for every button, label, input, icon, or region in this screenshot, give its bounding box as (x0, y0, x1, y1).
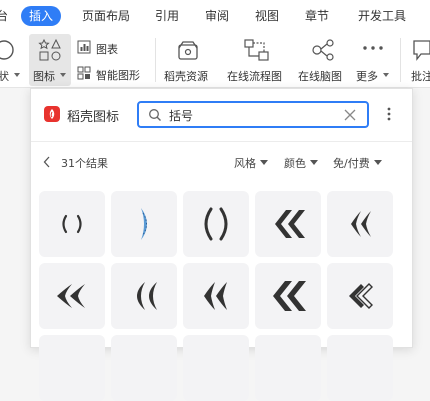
icon-result-tile[interactable] (111, 191, 177, 257)
clear-icon[interactable] (344, 109, 356, 121)
icon-result-tile[interactable] (255, 263, 321, 329)
ribbon: 状 图标 图表 智能图形 稻壳资源 在线流程图 在线脑图 更多 批注 (0, 32, 430, 88)
brand-title: 稻壳图标 (67, 110, 120, 125)
filter-color-caret-icon (310, 160, 318, 165)
panel-header: 稻壳图标 括号 (31, 89, 412, 141)
double-chevron-left-icon (273, 281, 306, 311)
icon-panel: 稻壳图标 括号 31个结果 风格 颜色 免/付费 (30, 88, 413, 401)
filter-style[interactable]: 风格 (234, 155, 268, 171)
smartart-icon[interactable] (77, 66, 91, 80)
parentheses-thin-icon (62, 214, 82, 234)
search-icon (149, 109, 161, 121)
more-dropdown-icon[interactable] (383, 73, 389, 77)
shape-icon[interactable] (0, 38, 16, 62)
tab-view[interactable]: 视图 (255, 7, 279, 25)
shape-dropdown-icon[interactable] (14, 73, 20, 77)
tab-chapter[interactable]: 章节 (305, 7, 329, 25)
mindmap-label[interactable]: 在线脑图 (298, 68, 342, 84)
flowchart-label[interactable]: 在线流程图 (227, 68, 282, 84)
ribbon-separator (155, 38, 156, 82)
icon-result-tile[interactable] (183, 191, 249, 257)
ribbon-separator (400, 38, 401, 82)
icon-result-tile[interactable] (39, 191, 105, 257)
comment-icon[interactable] (412, 38, 430, 62)
daoke-logo-icon (44, 106, 60, 122)
menu-bar: 台 插入 页面布局 引用 审阅 视图 章节 开发工具 (0, 0, 430, 32)
icon-result-tile[interactable] (183, 335, 249, 401)
icon-result-tile[interactable] (327, 263, 393, 329)
blue-bracket-icon (141, 208, 147, 240)
panel-divider (31, 141, 412, 142)
icon-result-tile[interactable] (39, 263, 105, 329)
more-options-icon[interactable] (383, 106, 395, 122)
daoke-resources-label[interactable]: 稻壳资源 (164, 68, 208, 84)
tab-partial[interactable]: 台 (0, 7, 8, 25)
filter-color[interactable]: 颜色 (284, 155, 318, 171)
tab-review[interactable]: 审阅 (205, 7, 229, 25)
icon-result-tile[interactable] (255, 335, 321, 401)
icon-result-tile[interactable] (327, 335, 393, 401)
more-label[interactable]: 更多 (356, 68, 378, 84)
chart-label[interactable]: 图表 (96, 41, 118, 57)
tab-page-layout[interactable]: 页面布局 (82, 7, 130, 25)
more-icon[interactable] (362, 44, 384, 52)
tab-references[interactable]: 引用 (155, 7, 179, 25)
crescent-double-left-icon (137, 282, 157, 310)
icon-result-tile[interactable] (327, 191, 393, 257)
tab-developer-tools[interactable]: 开发工具 (358, 7, 406, 25)
results-bar: 31个结果 风格 颜色 免/付费 (31, 151, 412, 173)
outline-double-chevron-icon (349, 283, 373, 309)
parentheses-bold-icon (204, 207, 228, 241)
curved-double-left-icon (204, 282, 227, 310)
shape-label[interactable]: 状 (0, 68, 9, 84)
icon-result-tile[interactable] (111, 263, 177, 329)
chart-icon[interactable] (77, 40, 91, 54)
smartart-label[interactable]: 智能图形 (96, 67, 140, 83)
search-box[interactable]: 括号 (137, 101, 369, 128)
icon-result-tile[interactable] (39, 335, 105, 401)
filter-style-caret-icon (260, 160, 268, 165)
icon-result-tile[interactable] (255, 191, 321, 257)
search-input[interactable]: 括号 (169, 107, 193, 124)
comment-label[interactable]: 批注 (411, 68, 430, 84)
double-chevron-left-icon (275, 210, 305, 238)
back-chevron-icon[interactable] (43, 156, 51, 168)
tab-insert[interactable]: 插入 (21, 6, 62, 26)
mindmap-icon[interactable] (310, 38, 336, 62)
daoke-resources-icon[interactable] (176, 38, 200, 62)
flowchart-icon[interactable] (244, 38, 270, 62)
icon-result-tile[interactable] (183, 263, 249, 329)
icons-grid-icon (38, 38, 61, 61)
icon-result-tile[interactable] (111, 335, 177, 401)
curved-double-left-icon (351, 211, 371, 237)
filter-price-caret-icon (373, 160, 382, 165)
filter-price[interactable]: 免/付费 (333, 155, 382, 171)
curved-double-left-icon (57, 284, 85, 308)
results-count: 31个结果 (61, 157, 108, 170)
icon-button-label: 图标 (33, 70, 55, 83)
icon-dropdown-icon[interactable] (60, 73, 66, 77)
